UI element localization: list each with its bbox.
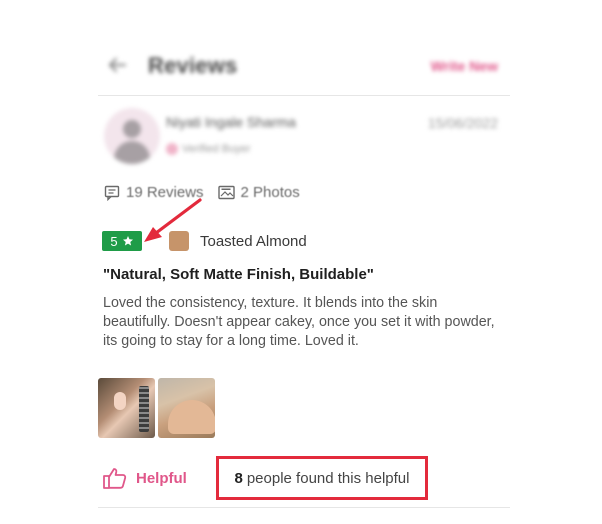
thumbs-up-icon	[102, 466, 128, 490]
header: Reviews Write New	[98, 44, 510, 96]
review-photo-2[interactable]	[158, 378, 215, 438]
star-icon	[122, 235, 134, 247]
review-photo-1[interactable]	[98, 378, 155, 438]
back-arrow-icon[interactable]	[106, 54, 128, 76]
helpful-count: 8 people found this helpful	[216, 456, 428, 500]
image-icon	[217, 185, 235, 200]
page-title: Reviews	[148, 53, 238, 78]
comment-icon	[104, 185, 120, 201]
review-title: "Natural, Soft Matte Finish, Buildable"	[103, 266, 374, 283]
rating-value: 5	[110, 233, 118, 249]
helpful-count-number: 8	[234, 469, 243, 487]
verified-label: Verified Buyer	[182, 143, 251, 155]
annotation-arrow	[144, 198, 202, 242]
photos-count-label: 2 Photos	[240, 184, 300, 201]
verified-badge: Verified Buyer	[166, 143, 250, 155]
write-new-button[interactable]: Write New	[431, 58, 498, 74]
verified-icon	[166, 143, 178, 155]
avatar	[104, 108, 160, 164]
divider	[98, 507, 510, 508]
rating-badge: 5	[102, 231, 142, 251]
helpful-count-text: people found this helpful	[246, 469, 410, 487]
helpful-label: Helpful	[136, 469, 187, 487]
shade-name: Toasted Almond	[200, 233, 307, 250]
photos-count[interactable]: 2 Photos	[217, 184, 300, 201]
reviewer-name: Niyati Ingale Sharma	[166, 114, 296, 130]
helpful-button[interactable]: Helpful	[102, 466, 187, 490]
review-date: 15/06/2022	[427, 115, 498, 131]
review-body: Loved the consistency, texture. It blend…	[103, 295, 495, 349]
